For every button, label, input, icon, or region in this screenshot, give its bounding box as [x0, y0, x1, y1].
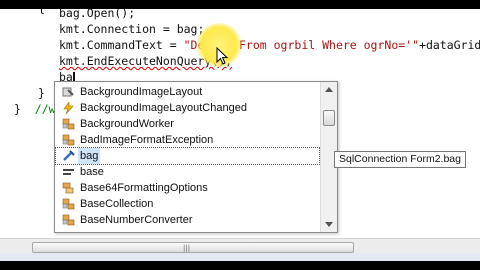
code-editor[interactable]: { bag.Open(); kmt.Connection = bag; kmt.… [0, 9, 480, 261]
list-item[interactable]: base [56, 164, 319, 180]
code-line-open-brace: { [38, 9, 45, 16]
property-icon [62, 87, 74, 97]
grip-icon: ||| [183, 244, 191, 252]
list-item[interactable]: BackgroundImageLayout [56, 84, 319, 100]
class-icon [62, 134, 75, 146]
event-icon [63, 102, 74, 114]
horizontal-scroll-thumb[interactable]: ||| [32, 242, 354, 253]
list-item[interactable]: BackgroundWorker [56, 116, 319, 132]
scroll-up-icon[interactable] [325, 87, 333, 92]
list-item-selected[interactable]: bag [55, 147, 320, 165]
class-icon [62, 118, 75, 130]
class-icon [62, 198, 75, 210]
keyword-icon [63, 169, 74, 175]
top-black-bar [0, 0, 480, 9]
field-icon [63, 150, 75, 161]
horizontal-scrollbar[interactable]: ||| [0, 238, 480, 254]
intellisense-list[interactable]: BackgroundImageLayout BackgroundImageLay… [54, 81, 338, 233]
list-item[interactable]: BaseCollection [56, 196, 319, 212]
scroll-down-icon[interactable] [325, 222, 333, 227]
code-line-close-brace: } [38, 86, 45, 100]
class-icon [62, 214, 75, 226]
list-item[interactable]: BaseNumberConverter [56, 212, 319, 228]
list-item[interactable]: BackgroundImageLayoutChanged [56, 100, 319, 116]
code-line-commandtext: kmt.CommandText = "Delete From ogrbil Wh… [59, 38, 480, 52]
quickinfo-tooltip: SqlConnection Form2.bag [334, 151, 466, 168]
mouse-pointer-icon [216, 47, 228, 65]
enum-icon [62, 182, 74, 194]
list-item[interactable]: BadImageFormatException [56, 132, 319, 148]
code-line-open: bag.Open(); [59, 9, 136, 20]
code-line-connection: kmt.Connection = bag; [59, 22, 205, 36]
list-item[interactable]: Base64FormattingOptions [56, 180, 319, 196]
scrollbar-thumb[interactable] [323, 110, 335, 126]
status-strip [0, 253, 480, 261]
bottom-black-bar [0, 261, 480, 270]
